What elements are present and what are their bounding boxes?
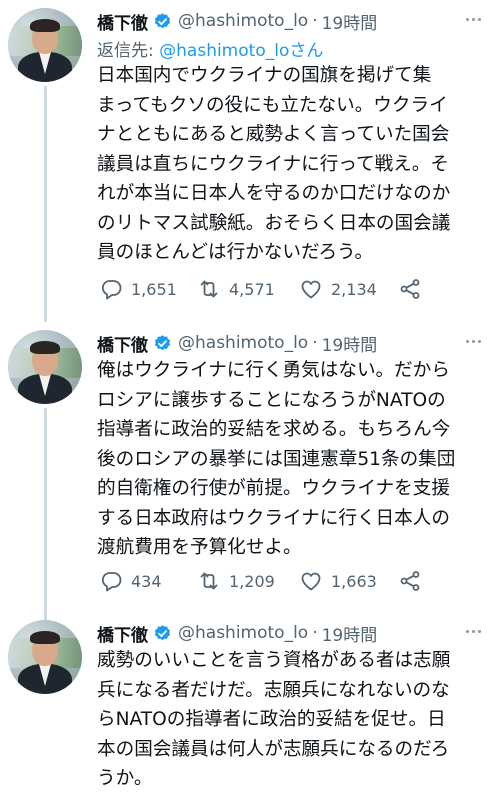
- share-button[interactable]: [398, 276, 422, 302]
- avatar[interactable]: [8, 330, 82, 404]
- tweet-header: 橋下徹 @hashimoto_lo · 19時間: [97, 9, 378, 34]
- reply-count: 1,651: [131, 279, 177, 299]
- tweet-1[interactable]: 橋下徹 @hashimoto_lo · 19時間 返信先: @hashimoto…: [0, 0, 487, 322]
- like-count: 2,134: [331, 279, 377, 299]
- avatar[interactable]: [8, 8, 82, 82]
- tweet-text: 威勢のいいことを言う資格がある者は志願 兵になる者だけだ。志願兵になれないのな …: [97, 650, 451, 789]
- author-name[interactable]: 橋下徹: [97, 621, 148, 646]
- verified-badge-icon: [154, 334, 171, 350]
- retweet-count: 1,209: [229, 571, 275, 591]
- tweet-actions: 434 1,209 1,663: [97, 568, 477, 594]
- avatar[interactable]: [8, 620, 82, 694]
- like-count: 1,663: [331, 571, 377, 591]
- verified-badge-icon: [154, 624, 171, 640]
- more-icon[interactable]: [462, 331, 484, 351]
- author-handle[interactable]: @hashimoto_lo: [178, 623, 308, 643]
- author-name[interactable]: 橋下徹: [97, 9, 148, 34]
- like-button[interactable]: 2,134: [299, 276, 377, 302]
- reply-to-mention[interactable]: @hashimoto_loさん: [159, 41, 323, 61]
- reply-button[interactable]: 1,651: [99, 276, 177, 302]
- retweet-button[interactable]: 1,209: [197, 568, 275, 594]
- reply-to-label: 返信先:: [97, 41, 160, 61]
- separator: ·: [312, 11, 318, 31]
- tweet-header: 橋下徹 @hashimoto_lo · 19時間: [97, 621, 378, 646]
- verified-badge-icon: [154, 12, 171, 28]
- like-icon: [301, 572, 321, 591]
- thread-line: [44, 408, 47, 620]
- share-button[interactable]: [398, 568, 422, 594]
- tweet-2[interactable]: 橋下徹 @hashimoto_lo · 19時間 俺はウクライナに行く勇気はない…: [0, 322, 487, 620]
- timestamp[interactable]: 19時間: [322, 331, 378, 356]
- tweet-actions: 1,651 4,571 2,134: [97, 276, 477, 302]
- reply-icon: [101, 280, 122, 300]
- retweet-icon: [200, 280, 218, 298]
- share-icon: [400, 571, 420, 591]
- author-handle[interactable]: @hashimoto_lo: [178, 11, 308, 31]
- retweet-count: 4,571: [229, 279, 275, 299]
- tweet-text: 日本国内でウクライナの国旗を掲げて集 まってもクソの役にも立たない。ウクライ ナ…: [97, 65, 451, 263]
- more-icon[interactable]: [462, 621, 484, 641]
- separator: ·: [312, 333, 318, 353]
- like-icon: [301, 280, 321, 299]
- reply-icon: [101, 572, 122, 592]
- thread-line: [44, 86, 47, 322]
- tweet-3[interactable]: 橋下徹 @hashimoto_lo · 19時間 威勢のいいことを言う資格がある…: [0, 612, 487, 800]
- retweet-button[interactable]: 4,571: [197, 276, 275, 302]
- separator: ·: [312, 623, 318, 643]
- timestamp[interactable]: 19時間: [322, 9, 378, 34]
- reply-button[interactable]: 434: [99, 568, 162, 594]
- tweet-text: 俺はウクライナに行く勇気はない。だから ロシアに譲歩することになろうがNATOの…: [97, 360, 456, 558]
- author-name[interactable]: 橋下徹: [97, 331, 148, 356]
- share-icon: [400, 279, 420, 299]
- reply-count: 434: [131, 571, 162, 591]
- author-handle[interactable]: @hashimoto_lo: [178, 333, 308, 353]
- retweet-icon: [200, 572, 218, 590]
- like-button[interactable]: 1,663: [299, 568, 377, 594]
- reply-to: 返信先: @hashimoto_loさん: [97, 36, 323, 61]
- timestamp[interactable]: 19時間: [322, 621, 378, 646]
- tweet-header: 橋下徹 @hashimoto_lo · 19時間: [97, 331, 378, 356]
- more-icon[interactable]: [462, 9, 484, 29]
